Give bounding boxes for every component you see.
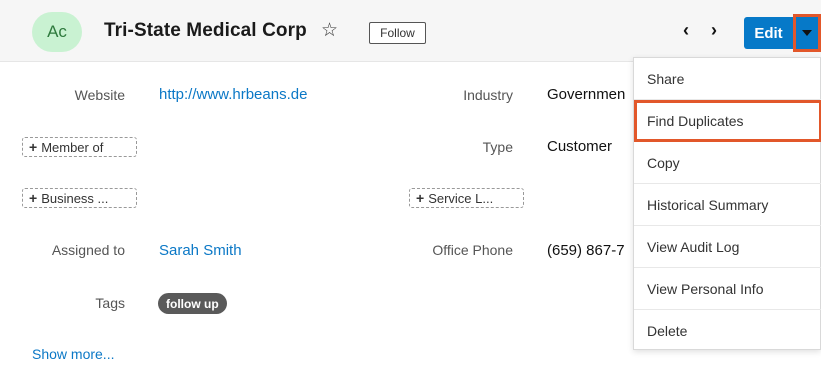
add-member-of-label: Member of	[41, 139, 104, 155]
menu-item-view-personal-info[interactable]: View Personal Info	[634, 268, 821, 310]
type-value: Customer	[547, 138, 613, 155]
industry-value: Governmen	[547, 86, 626, 103]
show-more-link[interactable]: Show more...	[32, 346, 114, 362]
add-service-level-button[interactable]: + Service L...	[409, 188, 524, 208]
star-icon[interactable]: ☆	[321, 19, 338, 42]
add-service-level-label: Service L...	[428, 190, 494, 206]
type-label: Type	[482, 139, 513, 155]
chevron-left-icon[interactable]: ‹	[683, 20, 689, 41]
page-title: Tri-State Medical Corp	[104, 20, 307, 41]
chevron-right-icon[interactable]: ›	[711, 20, 717, 41]
add-business-button[interactable]: + Business ...	[22, 188, 137, 208]
menu-item-view-audit-log[interactable]: View Audit Log	[634, 226, 821, 268]
edit-button[interactable]: Edit	[744, 17, 793, 49]
actions-dropdown-toggle[interactable]	[793, 14, 821, 52]
tags-label: Tags	[95, 295, 125, 311]
menu-item-delete[interactable]: Delete	[634, 310, 821, 352]
menu-item-copy[interactable]: Copy	[634, 142, 821, 184]
add-business-label: Business ...	[41, 190, 109, 206]
assigned-to-label: Assigned to	[51, 242, 125, 258]
avatar: Ac	[32, 12, 82, 52]
menu-item-historical-summary[interactable]: Historical Summary	[634, 184, 821, 226]
plus-icon: +	[29, 190, 38, 206]
office-phone-label: Office Phone	[432, 242, 513, 258]
plus-icon: +	[29, 139, 38, 155]
record-header: Ac Tri-State Medical Corp ☆ Follow ‹ › E…	[0, 0, 821, 62]
office-phone-value: (659) 867-7	[547, 242, 625, 259]
caret-down-icon	[802, 30, 812, 36]
website-link[interactable]: http://www.hrbeans.de	[159, 86, 307, 103]
assigned-user-link[interactable]: Sarah Smith	[159, 242, 242, 259]
industry-label: Industry	[463, 87, 513, 103]
actions-dropdown-menu: Share Find Duplicates Copy Historical Su…	[633, 57, 821, 350]
tag-pill[interactable]: follow up	[158, 293, 227, 314]
menu-item-find-duplicates[interactable]: Find Duplicates	[634, 100, 821, 142]
website-label: Website	[74, 87, 125, 103]
plus-icon: +	[416, 190, 425, 206]
add-member-of-button[interactable]: + Member of	[22, 137, 137, 157]
menu-item-share[interactable]: Share	[634, 58, 821, 100]
follow-button[interactable]: Follow	[369, 22, 426, 44]
